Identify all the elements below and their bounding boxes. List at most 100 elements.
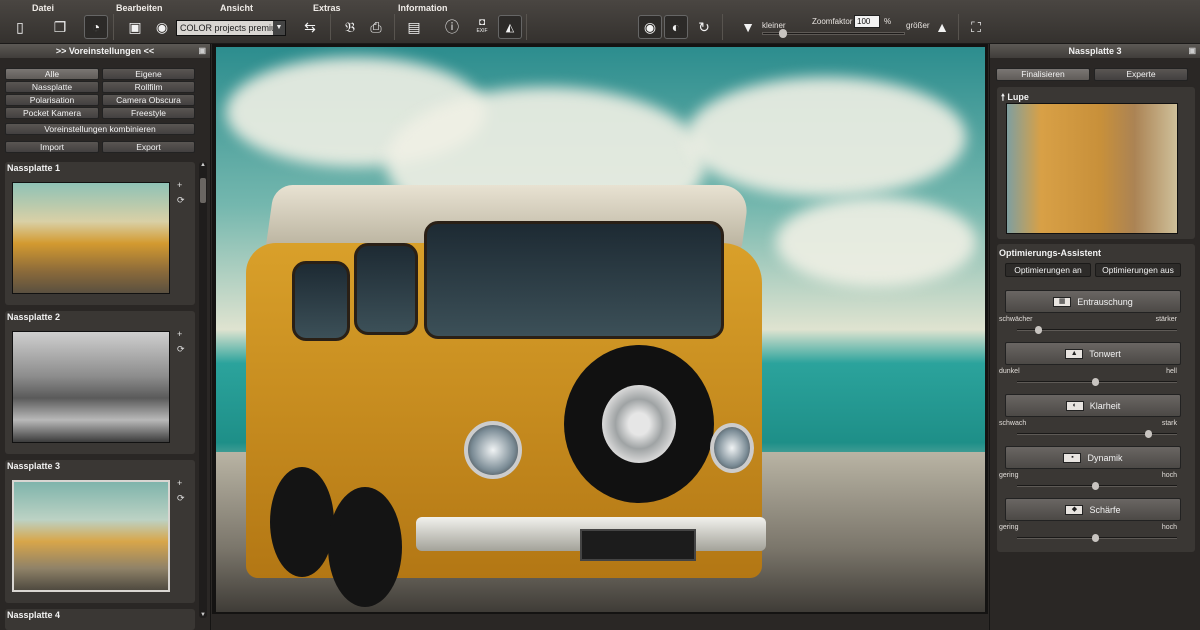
loupe-preview[interactable] <box>1006 103 1178 234</box>
slider-knob[interactable] <box>1092 378 1099 386</box>
zoom-slider[interactable] <box>762 29 905 38</box>
preview-eye-icon[interactable]: ◉ <box>638 15 662 39</box>
copy-icon[interactable]: ❐ <box>48 15 72 39</box>
redo-icon[interactable]: ↻ <box>692 15 716 39</box>
histogram-icon[interactable]: ◭ <box>498 15 522 39</box>
filter-button-label: Entrauschung <box>1077 296 1133 307</box>
pin-icon[interactable]: ▣ <box>198 44 206 58</box>
zoom-slider-knob[interactable] <box>779 29 788 38</box>
split-view-icon[interactable]: ◐ <box>664 15 688 39</box>
preset-card[interactable]: Nassplatte 4 <box>5 609 195 630</box>
slider-knob[interactable] <box>1144 430 1152 438</box>
add-icon[interactable]: + <box>177 329 182 339</box>
lens-icon[interactable]: ◉ <box>150 15 174 39</box>
slider-knob[interactable] <box>1092 534 1099 542</box>
new-file-icon[interactable]: ▯ <box>8 15 32 39</box>
headlight-left <box>464 421 522 479</box>
tab-experte[interactable]: Experte <box>1094 68 1188 81</box>
menu-datei[interactable]: Datei <box>32 3 54 13</box>
scroll-down-icon[interactable]: ▼ <box>200 612 206 618</box>
van-windshield <box>424 221 724 339</box>
document-icon[interactable]: ▤ <box>402 15 426 39</box>
settings-panel: Nassplatte 3 ▣ Finalisieren Experte 🠕 Lu… <box>989 44 1200 630</box>
headlight-right <box>710 423 754 473</box>
menu-extras[interactable]: Extras <box>313 3 341 13</box>
optimizations-on-button[interactable]: Optimierungen an <box>1005 263 1091 277</box>
tone-icon: ▲ <box>1065 348 1084 359</box>
filter-pocket-kamera[interactable]: Pocket Kamera <box>5 107 99 119</box>
edited-photo[interactable] <box>216 47 985 612</box>
preset-thumbnail[interactable] <box>12 480 170 592</box>
zoom-input[interactable]: 100 <box>854 15 880 28</box>
filter-slider[interactable] <box>1017 482 1177 490</box>
zoom-out-icon[interactable]: ▼ <box>736 15 760 39</box>
preset-card[interactable]: Nassplatte 2 + ⟳ <box>5 311 195 454</box>
presets-scrollbar[interactable]: ▲ ▼ <box>199 162 207 618</box>
refresh-icon[interactable]: ⟳ <box>177 195 185 206</box>
import-button[interactable]: Import <box>5 141 99 153</box>
toolbar-divider <box>330 14 331 40</box>
toolbar-divider <box>113 14 114 40</box>
filter-button-3[interactable]: ◐ Klarheit <box>1005 394 1181 417</box>
preset-thumbnail[interactable] <box>12 331 170 443</box>
preset-title: Nassplatte 3 <box>7 461 61 471</box>
image-canvas[interactable] <box>212 44 988 630</box>
menu-bearbeiten[interactable]: Bearbeiten <box>116 3 163 13</box>
filter-polarisation[interactable]: Polarisation <box>5 94 99 106</box>
save-icon[interactable]: ▣ <box>123 15 147 39</box>
filter-button-label: Klarheit <box>1089 400 1121 411</box>
filter-eigene[interactable]: Eigene <box>102 68 195 80</box>
filter-slider[interactable] <box>1017 430 1177 438</box>
export-button[interactable]: Export <box>102 141 195 153</box>
refresh-icon[interactable]: ⟳ <box>177 493 185 504</box>
preset-thumbnail[interactable] <box>12 182 170 294</box>
slider-knob[interactable] <box>1092 482 1099 490</box>
toolbar-divider <box>722 14 723 40</box>
zoom-in-icon[interactable]: ▲ <box>930 15 954 39</box>
filter-slider[interactable] <box>1017 326 1177 334</box>
filter-button-2[interactable]: ▲ Tonwert <box>1005 342 1181 365</box>
preset-card-selected[interactable]: Nassplatte 3 + ⟳ <box>5 460 195 603</box>
filter-slider[interactable] <box>1017 378 1177 386</box>
exif-icon[interactable]: ◘ EXIF <box>470 15 494 39</box>
preset-select[interactable]: COLOR projects premium ▼ <box>176 20 286 36</box>
filter-rollfilm[interactable]: Rollfilm <box>102 81 195 93</box>
print-icon[interactable]: ⎙ <box>364 15 388 39</box>
noise-reduction-icon: ▦ <box>1053 296 1072 307</box>
add-icon[interactable]: + <box>177 180 182 190</box>
presets-panel: >> Voreinstellungen << ▣ Alle Eigene Nas… <box>0 44 211 630</box>
scrollbar-thumb[interactable] <box>200 178 206 203</box>
palette-icon[interactable]: ◔ <box>84 15 108 39</box>
preset-card[interactable]: Nassplatte 1 + ⟳ <box>5 162 195 305</box>
menu-ansicht[interactable]: Ansicht <box>220 3 253 13</box>
optimizations-off-button[interactable]: Optimierungen aus <box>1095 263 1181 277</box>
chevron-down-icon[interactable]: ▼ <box>273 21 285 35</box>
slider-knob[interactable] <box>1035 326 1042 334</box>
slider-max-label: hoch <box>1161 524 1177 531</box>
presets-panel-title: >> Voreinstellungen << <box>55 46 155 56</box>
combine-presets-button[interactable]: Voreinstellungen kombinieren <box>5 123 195 135</box>
exif-label: EXIF <box>476 28 488 34</box>
zoom-percent-label: % <box>884 17 892 26</box>
filter-slider[interactable] <box>1017 534 1177 542</box>
slider-min-label: dunkel <box>999 368 1020 375</box>
filter-button-1[interactable]: ▦ Entrauschung <box>1005 290 1181 313</box>
filter-button-4[interactable]: ▪ Dynamik <box>1005 446 1181 469</box>
filter-button-label: Tonwert <box>1089 348 1121 359</box>
crop-icon[interactable]: ⛶ <box>964 15 988 39</box>
tab-finalisieren[interactable]: Finalisieren <box>996 68 1090 81</box>
pin-icon[interactable]: ▣ <box>1188 44 1196 58</box>
filter-button-5[interactable]: ◆ Schärfe <box>1005 498 1181 521</box>
filter-nassplatte[interactable]: Nassplatte <box>5 81 99 93</box>
info-icon[interactable]: ⓘ <box>440 15 464 39</box>
refresh-icon[interactable]: ⟳ <box>177 344 185 355</box>
filter-alle[interactable]: Alle <box>5 68 99 80</box>
slider-max-label: stark <box>1161 420 1177 427</box>
export-image-icon[interactable]: 𝔅 <box>338 15 362 39</box>
filter-camera-obscura[interactable]: Camera Obscura <box>102 94 195 106</box>
menu-information[interactable]: Information <box>398 3 448 13</box>
filter-freestyle[interactable]: Freestyle <box>102 107 195 119</box>
compare-icon[interactable]: ⇆ <box>298 15 322 39</box>
add-icon[interactable]: + <box>177 478 182 488</box>
scroll-up-icon[interactable]: ▲ <box>200 162 206 168</box>
